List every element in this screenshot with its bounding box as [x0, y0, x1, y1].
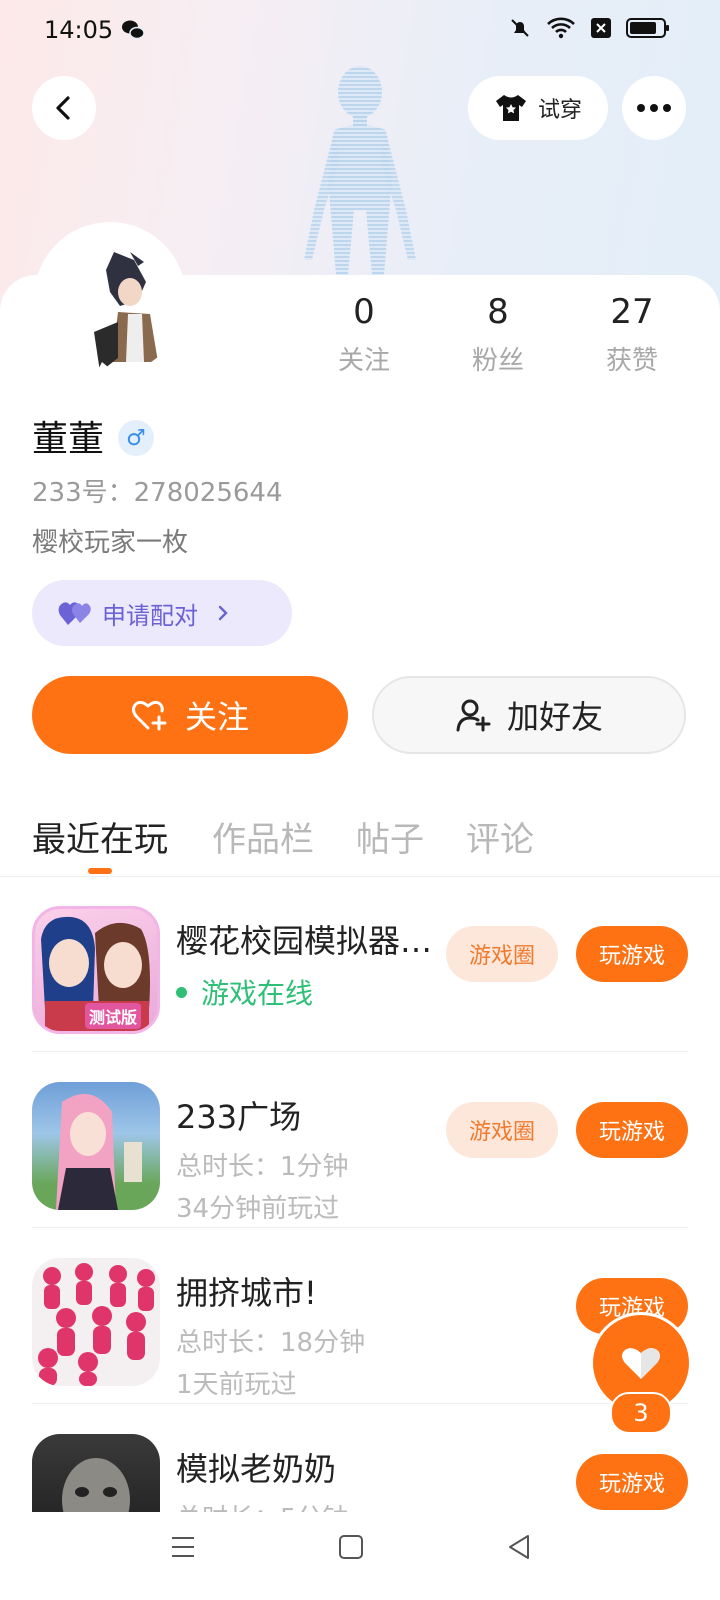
try-on-label: 试穿 [537, 98, 582, 123]
profile-name: 董董 [32, 419, 105, 460]
online-status-label: 游戏在线 [201, 977, 314, 1010]
game-duration: 总时长：5分钟 [176, 1498, 349, 1512]
heart-icon [622, 1348, 660, 1379]
profile-id: 233号：278025644 [32, 478, 283, 508]
stat-followers-value: 8 [487, 292, 509, 332]
stat-following-value: 0 [353, 292, 375, 332]
gender-male-icon: ♂ [118, 420, 154, 456]
game-last-played: 1天前玩过 [176, 1370, 297, 1400]
status-time: 14:05 [44, 16, 114, 44]
tab-active-indicator [88, 868, 112, 874]
add-user-icon [456, 699, 491, 732]
game-online-status: 游戏在线 [176, 972, 313, 1012]
system-navigation-bar [0, 1512, 720, 1600]
wechat-notification-icon [121, 18, 145, 46]
more-dots-icon [637, 104, 671, 112]
avatar-character-image [94, 252, 158, 374]
game-circle-button[interactable]: 游戏圈 [446, 1102, 558, 1158]
game-icon-granny [32, 1434, 160, 1512]
gender-symbol: ♂ [126, 425, 146, 451]
game-icon-badge: 测试版 [85, 1003, 142, 1029]
stat-following[interactable]: 0 关注 [304, 292, 424, 377]
play-game-button[interactable]: 玩游戏 [576, 1454, 688, 1510]
online-dot-icon [176, 986, 187, 998]
stat-followers-label: 粉丝 [471, 346, 524, 376]
avatar-3d-figure[interactable] [300, 60, 420, 279]
chevron-left-icon [56, 96, 70, 120]
game-icon-crowd-city [32, 1258, 160, 1386]
tab-recently-played[interactable]: 最近在玩 [32, 812, 168, 861]
wifi-icon [546, 16, 576, 44]
game-list-item[interactable]: 测试版 樱花校园模拟器（测试版） 游戏在线 游戏圈 玩游戏 [0, 876, 720, 1052]
stat-likes-label: 获赞 [605, 346, 658, 376]
follow-label: 关注 [184, 698, 249, 736]
game-duration: 总时长：1分钟 [176, 1152, 349, 1182]
tab-works[interactable]: 作品栏 [212, 812, 314, 861]
try-on-button[interactable]: 试穿 [468, 76, 608, 140]
stat-following-label: 关注 [337, 346, 390, 376]
tshirt-icon [495, 95, 526, 121]
no-sim-icon [590, 17, 612, 43]
stat-followers[interactable]: 8 粉丝 [438, 292, 558, 377]
apply-match-label: 申请配对 [102, 601, 198, 630]
game-icon-233-plaza [32, 1082, 160, 1210]
heart-plus-icon [131, 700, 167, 731]
stat-likes-value: 27 [610, 292, 654, 332]
chevron-right-icon [218, 605, 228, 621]
double-heart-icon [58, 602, 91, 625]
profile-tabs: 最近在玩 作品栏 帖子 评论 [0, 806, 720, 877]
game-last-played: 34分钟前玩过 [176, 1194, 340, 1224]
back-triangle-icon[interactable] [506, 1534, 532, 1564]
game-title: 模拟老奶奶 [176, 1450, 337, 1488]
game-title: 樱花校园模拟器（测试版） [176, 922, 434, 960]
game-duration: 总时长：18分钟 [176, 1328, 366, 1358]
avatar[interactable] [34, 222, 186, 374]
status-bar: 14:05 [0, 0, 720, 64]
game-title: 233广场 [176, 1098, 302, 1136]
tab-posts[interactable]: 帖子 [356, 812, 424, 861]
game-icon-sakura: 测试版 [32, 906, 160, 1034]
mute-icon [508, 16, 532, 44]
game-circle-button[interactable]: 游戏圈 [446, 926, 558, 982]
play-game-button[interactable]: 玩游戏 [576, 1102, 688, 1158]
stat-likes[interactable]: 27 获赞 [572, 292, 692, 377]
menu-icon[interactable] [170, 1534, 196, 1564]
battery-icon [626, 17, 670, 43]
profile-bio: 樱校玩家一枚 [32, 528, 189, 558]
add-friend-button[interactable]: 加好友 [372, 676, 686, 754]
play-game-button[interactable]: 玩游戏 [576, 926, 688, 982]
apply-match-button[interactable]: 申请配对 [32, 580, 292, 646]
like-count-badge: 3 [610, 1392, 672, 1434]
game-title: 拥挤城市! [176, 1274, 317, 1312]
tab-comments[interactable]: 评论 [466, 812, 534, 861]
game-list-item[interactable]: 233广场 总时长：1分钟 34分钟前玩过 游戏圈 玩游戏 [0, 1052, 720, 1228]
home-icon[interactable] [338, 1534, 364, 1564]
back-button[interactable] [32, 76, 96, 140]
more-button[interactable] [622, 76, 686, 140]
follow-button[interactable]: 关注 [32, 676, 348, 754]
add-friend-label: 加好友 [506, 698, 603, 736]
